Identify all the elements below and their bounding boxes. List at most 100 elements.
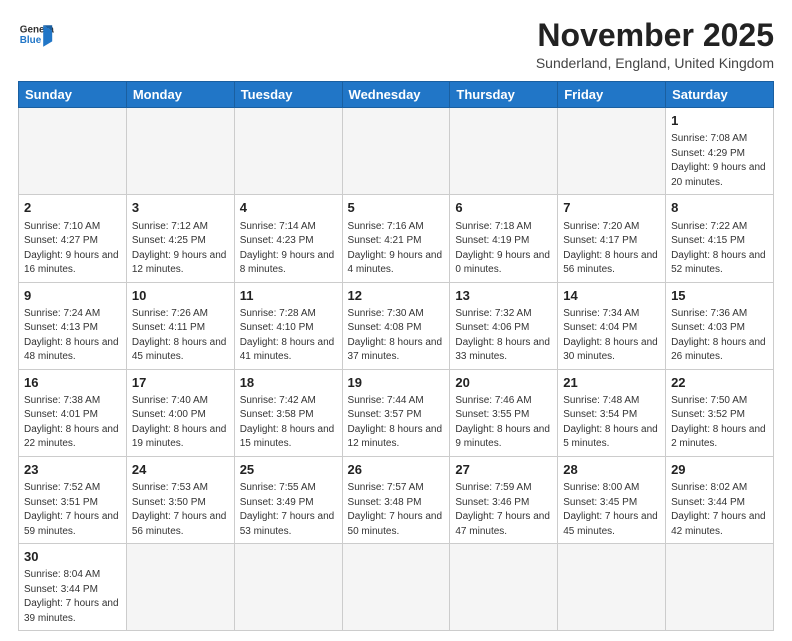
day-info: Sunrise: 7:18 AM Sunset: 4:19 PM Dayligh…: [455, 220, 552, 278]
day-info: Sunrise: 7:38 AM Sunset: 4:01 PM Dayligh…: [24, 394, 121, 452]
day-number: 28: [563, 461, 660, 479]
day-info: Sunrise: 8:02 AM Sunset: 3:44 PM Dayligh…: [671, 481, 768, 539]
calendar-day-cell: 1Sunrise: 7:08 AM Sunset: 4:29 PM Daylig…: [666, 108, 774, 195]
day-number: 29: [671, 461, 768, 479]
title-block: November 2025 Sunderland, England, Unite…: [536, 18, 774, 71]
calendar-week-row: 23 Sunrise: 7:52 AM Sunset: 3:51 PM Dayli…: [19, 456, 774, 543]
day-number: 15: [671, 287, 768, 305]
calendar-day-cell: 19 Sunrise: 7:44 AM Sunset: 3:57 PM Dayli…: [342, 369, 450, 456]
calendar-day-header: Tuesday: [234, 82, 342, 108]
calendar-day-cell: 4 Sunrise: 7:14 AM Sunset: 4:23 PM Daylig…: [234, 195, 342, 282]
calendar-day-cell: 14Sunrise: 7:34 AM Sunset: 4:04 PM Dayli…: [558, 282, 666, 369]
day-number: 25: [240, 461, 337, 479]
calendar-day-cell: 17 Sunrise: 7:40 AM Sunset: 4:00 PM Dayli…: [126, 369, 234, 456]
calendar-day-cell: [19, 108, 127, 195]
day-info: Sunrise: 7:44 AM Sunset: 3:57 PM Dayligh…: [348, 394, 445, 452]
calendar-day-cell: 9 Sunrise: 7:24 AM Sunset: 4:13 PM Daylig…: [19, 282, 127, 369]
day-info: Sunrise: 7:42 AM Sunset: 3:58 PM Dayligh…: [240, 394, 337, 452]
calendar-day-cell: 26 Sunrise: 7:57 AM Sunset: 3:48 PM Dayli…: [342, 456, 450, 543]
calendar-day-cell: [450, 108, 558, 195]
calendar-day-cell: 16 Sunrise: 7:38 AM Sunset: 4:01 PM Dayli…: [19, 369, 127, 456]
day-info: Sunrise: 7:14 AM Sunset: 4:23 PM Dayligh…: [240, 220, 337, 278]
day-number: 18: [240, 374, 337, 392]
day-number: 8: [671, 199, 768, 217]
calendar-day-cell: 8 Sunrise: 7:22 AM Sunset: 4:15 PM Daylig…: [666, 195, 774, 282]
calendar-day-cell: [342, 108, 450, 195]
calendar-day-cell: 11 Sunrise: 7:28 AM Sunset: 4:10 PM Dayli…: [234, 282, 342, 369]
calendar-day-cell: 30Sunrise: 8:04 AM Sunset: 3:44 PM Dayli…: [19, 544, 127, 631]
calendar-day-cell: [126, 544, 234, 631]
day-info: Sunrise: 7:59 AM Sunset: 3:46 PM Dayligh…: [455, 481, 552, 539]
day-number: 4: [240, 199, 337, 217]
logo-icon: General Blue: [18, 18, 54, 54]
calendar-day-cell: 13Sunrise: 7:32 AM Sunset: 4:06 PM Dayli…: [450, 282, 558, 369]
calendar-week-row: 30Sunrise: 8:04 AM Sunset: 3:44 PM Dayli…: [19, 544, 774, 631]
day-info: Sunrise: 7:20 AM Sunset: 4:17 PM Dayligh…: [563, 220, 660, 278]
calendar-day-header: Sunday: [19, 82, 127, 108]
day-number: 5: [348, 199, 445, 217]
day-number: 3: [132, 199, 229, 217]
calendar-day-header: Friday: [558, 82, 666, 108]
calendar-day-cell: [126, 108, 234, 195]
calendar-day-cell: [234, 544, 342, 631]
calendar-day-cell: 10Sunrise: 7:26 AM Sunset: 4:11 PM Dayli…: [126, 282, 234, 369]
calendar-day-cell: [342, 544, 450, 631]
day-number: 30: [24, 548, 121, 566]
month-title: November 2025: [536, 18, 774, 53]
day-number: 24: [132, 461, 229, 479]
calendar-day-cell: 20 Sunrise: 7:46 AM Sunset: 3:55 PM Dayli…: [450, 369, 558, 456]
day-number: 20: [455, 374, 552, 392]
day-number: 27: [455, 461, 552, 479]
calendar-day-header: Saturday: [666, 82, 774, 108]
day-info: Sunrise: 7:24 AM Sunset: 4:13 PM Dayligh…: [24, 307, 121, 365]
day-number: 26: [348, 461, 445, 479]
calendar-day-cell: [558, 544, 666, 631]
day-info: Sunrise: 7:30 AM Sunset: 4:08 PM Dayligh…: [348, 307, 445, 365]
day-number: 2: [24, 199, 121, 217]
page: General Blue November 2025 Sunderland, E…: [0, 0, 792, 641]
day-number: 21: [563, 374, 660, 392]
day-number: 22: [671, 374, 768, 392]
day-number: 16: [24, 374, 121, 392]
day-info: Sunrise: 7:12 AM Sunset: 4:25 PM Dayligh…: [132, 220, 229, 278]
day-number: 23: [24, 461, 121, 479]
location: Sunderland, England, United Kingdom: [536, 55, 774, 71]
calendar-day-cell: 29 Sunrise: 8:02 AM Sunset: 3:44 PM Dayli…: [666, 456, 774, 543]
calendar-day-cell: 27 Sunrise: 7:59 AM Sunset: 3:46 PM Dayli…: [450, 456, 558, 543]
day-number: 9: [24, 287, 121, 305]
day-info: Sunrise: 7:48 AM Sunset: 3:54 PM Dayligh…: [563, 394, 660, 452]
day-info: Sunrise: 7:40 AM Sunset: 4:00 PM Dayligh…: [132, 394, 229, 452]
calendar-day-cell: 15 Sunrise: 7:36 AM Sunset: 4:03 PM Dayli…: [666, 282, 774, 369]
day-info: Sunrise: 7:36 AM Sunset: 4:03 PM Dayligh…: [671, 307, 768, 365]
day-number: 11: [240, 287, 337, 305]
calendar-day-cell: 22 Sunrise: 7:50 AM Sunset: 3:52 PM Dayli…: [666, 369, 774, 456]
day-info: Sunrise: 7:32 AM Sunset: 4:06 PM Dayligh…: [455, 307, 552, 365]
day-info: Sunrise: 7:53 AM Sunset: 3:50 PM Dayligh…: [132, 481, 229, 539]
day-number: 17: [132, 374, 229, 392]
calendar-week-row: 16 Sunrise: 7:38 AM Sunset: 4:01 PM Dayli…: [19, 369, 774, 456]
day-info: Sunrise: 7:28 AM Sunset: 4:10 PM Dayligh…: [240, 307, 337, 365]
calendar-week-row: 2Sunrise: 7:10 AM Sunset: 4:27 PM Daylig…: [19, 195, 774, 282]
day-number: 12: [348, 287, 445, 305]
day-number: 14: [563, 287, 660, 305]
day-number: 6: [455, 199, 552, 217]
calendar-day-header: Wednesday: [342, 82, 450, 108]
calendar-day-cell: 12 Sunrise: 7:30 AM Sunset: 4:08 PM Dayli…: [342, 282, 450, 369]
calendar-day-cell: 6 Sunrise: 7:18 AM Sunset: 4:19 PM Daylig…: [450, 195, 558, 282]
calendar-day-cell: 24 Sunrise: 7:53 AM Sunset: 3:50 PM Dayli…: [126, 456, 234, 543]
calendar-day-cell: 3 Sunrise: 7:12 AM Sunset: 4:25 PM Daylig…: [126, 195, 234, 282]
calendar-day-cell: 28Sunrise: 8:00 AM Sunset: 3:45 PM Dayli…: [558, 456, 666, 543]
calendar-day-cell: [450, 544, 558, 631]
calendar-week-row: 1Sunrise: 7:08 AM Sunset: 4:29 PM Daylig…: [19, 108, 774, 195]
day-info: Sunrise: 7:57 AM Sunset: 3:48 PM Dayligh…: [348, 481, 445, 539]
day-number: 7: [563, 199, 660, 217]
calendar-day-cell: 5Sunrise: 7:16 AM Sunset: 4:21 PM Daylig…: [342, 195, 450, 282]
day-info: Sunrise: 7:22 AM Sunset: 4:15 PM Dayligh…: [671, 220, 768, 278]
day-number: 19: [348, 374, 445, 392]
calendar-day-header: Thursday: [450, 82, 558, 108]
calendar-day-cell: [666, 544, 774, 631]
day-info: Sunrise: 7:50 AM Sunset: 3:52 PM Dayligh…: [671, 394, 768, 452]
day-info: Sunrise: 7:52 AM Sunset: 3:51 PM Dayligh…: [24, 481, 121, 539]
day-info: Sunrise: 7:46 AM Sunset: 3:55 PM Dayligh…: [455, 394, 552, 452]
calendar-day-cell: 18 Sunrise: 7:42 AM Sunset: 3:58 PM Dayli…: [234, 369, 342, 456]
